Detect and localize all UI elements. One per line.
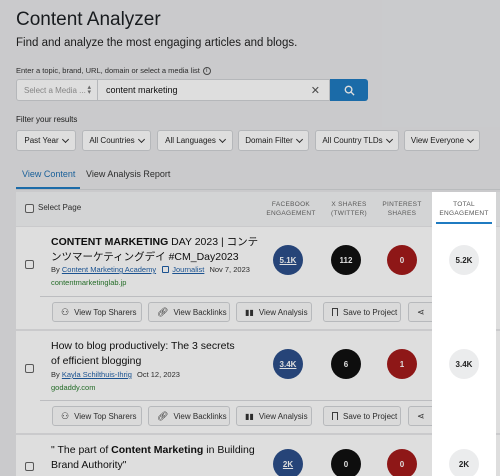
select-page-checkbox[interactable]	[25, 204, 34, 213]
pinterest-shares-badge: 0	[387, 449, 417, 476]
row-checkbox[interactable]	[25, 260, 34, 269]
author-link[interactable]: Content Marketing Academy	[62, 265, 156, 274]
row-divider	[40, 400, 432, 401]
article-meta: By Content Marketing Academy Journalist …	[51, 265, 250, 274]
tab-view-content[interactable]: View Content	[22, 169, 75, 179]
article-domain[interactable]: godaddy.com	[51, 383, 95, 392]
article-meta: By Kayla Schilthuis-Ihrig Oct 12, 2023	[51, 370, 180, 379]
sort-indicator	[436, 222, 492, 224]
author-link[interactable]: Kayla Schilthuis-Ihrig	[62, 370, 132, 379]
filter-countries[interactable]: All Countries	[82, 130, 151, 151]
search-label: Enter a topic, brand, URL, domain or sel…	[16, 66, 211, 75]
filter-languages[interactable]: All Languages	[157, 130, 233, 151]
share-icon: ⋖	[417, 410, 425, 421]
view-backlinks-button[interactable]: 🔗︎ View Backlinks	[148, 406, 230, 426]
article-domain[interactable]: contentmarketinglab.jp	[51, 278, 126, 287]
bookmark-icon	[332, 308, 338, 316]
search-button[interactable]	[330, 79, 368, 101]
media-list-select[interactable]: Select a Media ... ▴ ▾	[16, 79, 98, 101]
x-shares-badge: 6	[331, 349, 361, 379]
facebook-engagement-badge[interactable]: 2K	[273, 449, 303, 476]
select-page-label: Select Page	[38, 203, 82, 212]
article-title[interactable]: How to blog productively: The 3 secrets …	[51, 339, 241, 369]
search-icon	[344, 85, 355, 96]
save-to-project-button[interactable]: Save to Project	[323, 302, 401, 322]
pinterest-shares-badge: 0	[387, 245, 417, 275]
bar-chart-icon: ▮▮	[245, 411, 254, 421]
clear-icon[interactable]: ✕	[311, 84, 320, 97]
total-engagement-highlight	[432, 192, 496, 476]
pinterest-shares-badge: 1	[387, 349, 417, 379]
facebook-engagement-badge[interactable]: 3.4K	[273, 349, 303, 379]
row-checkbox[interactable]	[25, 462, 34, 471]
source-type-link[interactable]: Journalist	[172, 265, 204, 274]
x-shares-badge: 112	[331, 245, 361, 275]
chevron-down-icon	[137, 135, 145, 143]
filter-domain[interactable]: Domain Filter	[238, 130, 309, 151]
chevron-down-icon	[295, 135, 303, 143]
chevron-down-icon	[61, 135, 69, 143]
tab-view-analysis-report[interactable]: View Analysis Report	[86, 169, 170, 179]
total-engagement-badge: 3.4K	[449, 349, 479, 379]
view-top-sharers-button[interactable]: ⚇ View Top Sharers	[52, 302, 142, 322]
search-input[interactable]: content marketing ✕	[98, 79, 330, 101]
tabs-divider	[16, 189, 500, 190]
people-icon: ⚇	[61, 410, 70, 421]
filter-visibility[interactable]: View Everyone	[404, 130, 480, 151]
updown-icon: ▴ ▾	[87, 84, 91, 96]
save-to-project-button[interactable]: Save to Project	[323, 406, 401, 426]
filter-label: Filter your results	[16, 115, 78, 124]
journalist-icon	[162, 266, 170, 273]
filter-country-tlds[interactable]: All Country TLDs	[315, 130, 399, 151]
filter-date[interactable]: Past Year	[16, 130, 76, 151]
view-backlinks-button[interactable]: 🔗︎ View Backlinks	[148, 302, 230, 322]
row-checkbox[interactable]	[25, 364, 34, 373]
people-icon: ⚇	[61, 306, 70, 317]
bookmark-icon	[332, 412, 338, 420]
total-engagement-badge: 5.2K	[449, 245, 479, 275]
chevron-down-icon	[218, 135, 226, 143]
col-total-engagement: TOTAL ENGAGEMENT	[439, 201, 489, 217]
col-pinterest-shares: PINTEREST SHARES	[382, 201, 422, 217]
link-icon: 🔗︎	[157, 306, 169, 317]
chevron-down-icon	[385, 135, 393, 143]
page-title: Content Analyzer	[16, 9, 161, 30]
chevron-down-icon	[467, 135, 475, 143]
total-engagement-badge: 2K	[449, 449, 479, 476]
link-icon: 🔗︎	[157, 410, 169, 421]
article-title[interactable]: CONTENT MARKETING DAY 2023 | コンテンツマーケティン…	[51, 235, 261, 265]
article-title[interactable]: " The part of Content Marketing in Build…	[51, 443, 261, 473]
view-analysis-button[interactable]: ▮▮ View Analysis	[236, 406, 312, 426]
bar-chart-icon: ▮▮	[245, 307, 254, 317]
view-analysis-button[interactable]: ▮▮ View Analysis	[236, 302, 312, 322]
facebook-engagement-badge[interactable]: 5.1K	[273, 245, 303, 275]
col-facebook-engagement: FACEBOOK ENGAGEMENT	[266, 201, 316, 217]
view-top-sharers-button[interactable]: ⚇ View Top Sharers	[52, 406, 142, 426]
x-shares-badge: 0	[331, 449, 361, 476]
row-divider	[40, 296, 432, 297]
page-subtitle: Find and analyze the most engaging artic…	[16, 37, 298, 49]
share-icon: ⋖	[417, 306, 425, 317]
col-x-shares: X SHARES (TWITTER)	[331, 201, 367, 217]
info-icon[interactable]: i	[202, 66, 211, 75]
